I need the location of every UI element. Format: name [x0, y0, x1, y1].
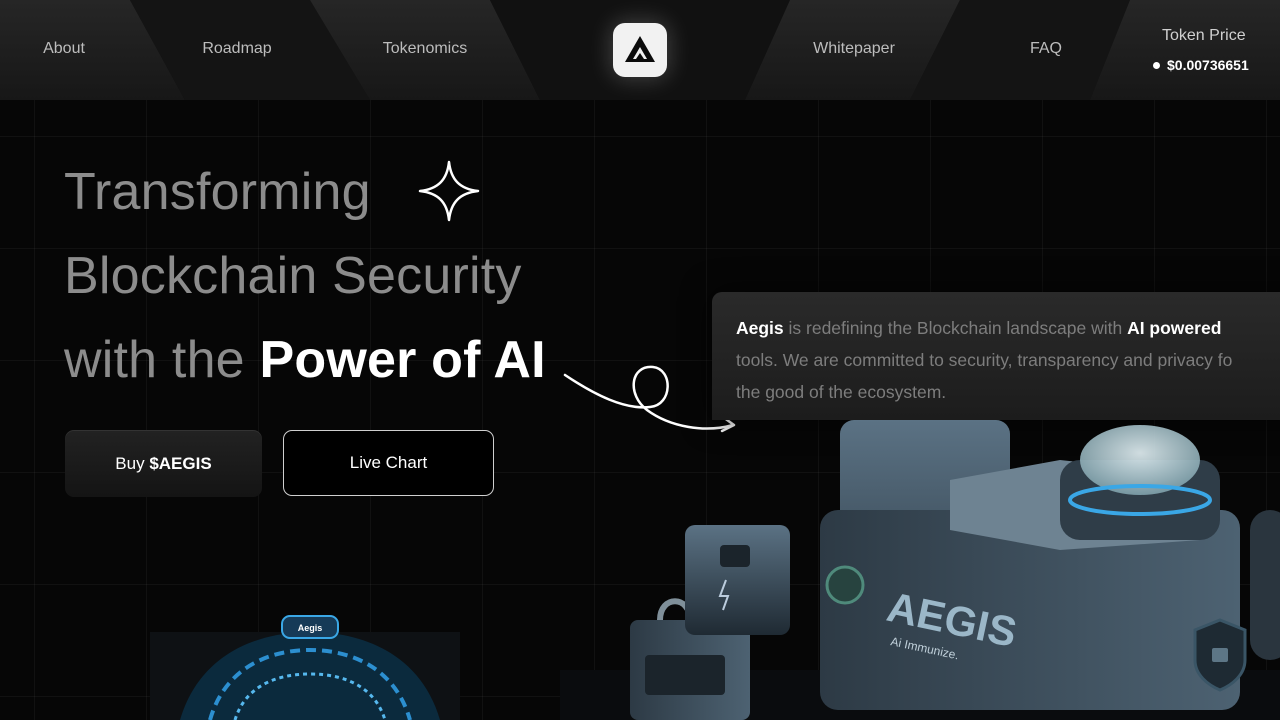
token-price-value: $0.00736651: [1153, 57, 1249, 73]
aegis-device-illustration: Aegis: [150, 615, 460, 720]
logo-icon: [625, 36, 655, 62]
description-text-1: is redefining the Blockchain landscape w…: [783, 318, 1128, 338]
nav-link-tokenomics[interactable]: Tokenomics: [383, 40, 467, 58]
nav-link-faq[interactable]: FAQ: [1030, 40, 1062, 58]
description-line-1: Aegis is redefining the Blockchain lands…: [736, 312, 1280, 344]
live-chart-button[interactable]: Live Chart: [283, 430, 494, 496]
logo-button[interactable]: [613, 23, 667, 77]
device-label: Aegis: [298, 623, 323, 633]
hero-line-2: Blockchain Security: [64, 247, 522, 305]
token-price-label: Token Price: [1162, 27, 1246, 44]
buy-aegis-button[interactable]: Buy $AEGIS: [65, 430, 262, 497]
description-highlight: AI powered: [1127, 318, 1222, 338]
price-dot-icon: [1153, 61, 1160, 69]
buy-button-token: $AEGIS: [149, 453, 212, 473]
hero-line-3: with the Power of AI: [64, 330, 546, 390]
hero-line-3-prefix: with the: [64, 331, 260, 389]
description-card: Aegis is redefining the Blockchain lands…: [712, 292, 1280, 420]
token-price-amount: $0.00736651: [1167, 57, 1249, 73]
description-brand: Aegis: [736, 318, 784, 338]
buy-button-prefix: Buy: [115, 453, 150, 473]
nav-link-about[interactable]: About: [43, 40, 85, 58]
description-line-3: the good of the ecosystem.: [736, 382, 947, 402]
top-nav: About Roadmap Tokenomics Whitepaper FAQ …: [0, 0, 1280, 100]
landing-page: About Roadmap Tokenomics Whitepaper FAQ …: [0, 0, 1280, 720]
nav-link-roadmap[interactable]: Roadmap: [202, 40, 271, 58]
description-line-2: tools. We are committed to security, tra…: [736, 350, 1233, 370]
nav-link-whitepaper[interactable]: Whitepaper: [813, 40, 895, 58]
aegis-machine-illustration: AEGIS Ai Immunize.: [560, 420, 1280, 720]
sparkle-icon: [418, 160, 480, 222]
hero-highlight: Power of AI: [259, 331, 546, 389]
hero-line-1: Transforming: [64, 163, 371, 221]
